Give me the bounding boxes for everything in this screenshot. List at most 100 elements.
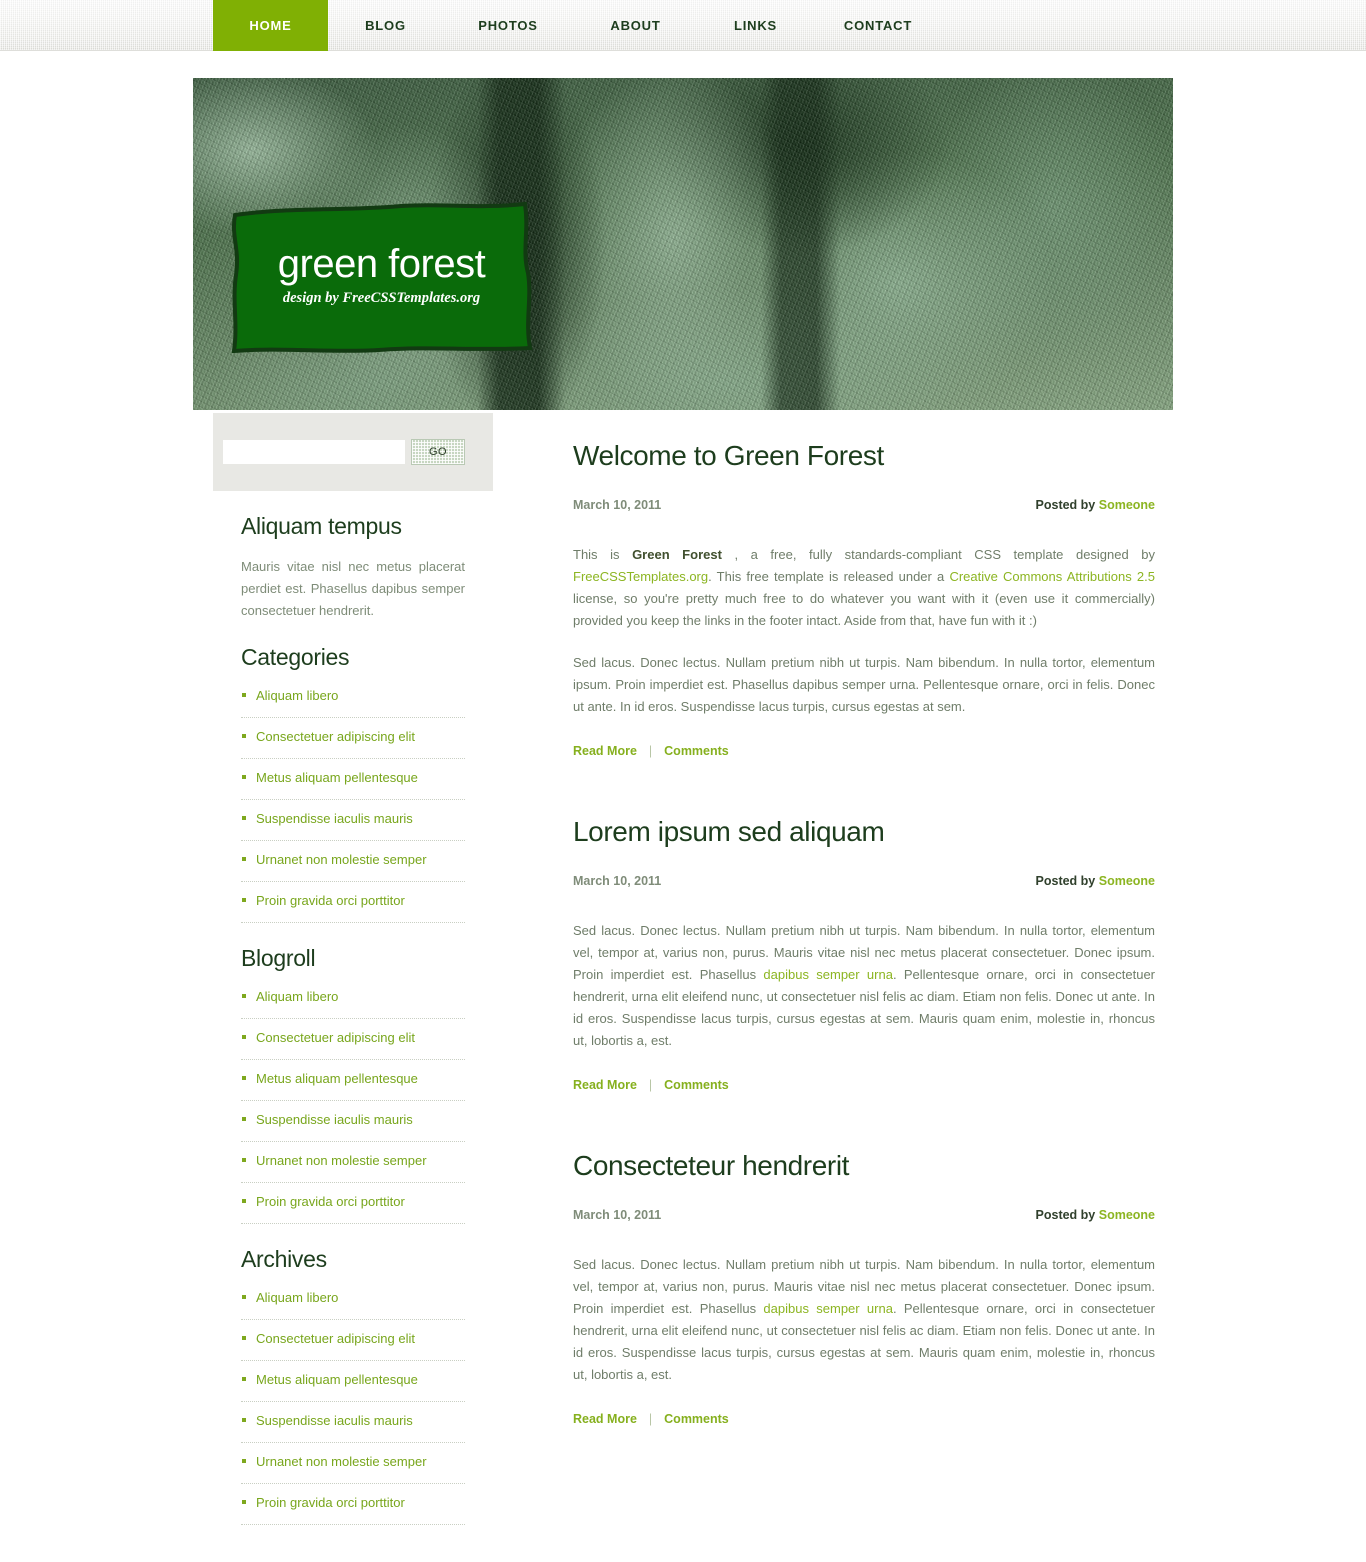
nav-item-about[interactable]: ABOUT (573, 0, 698, 51)
sidebar-link[interactable]: Aliquam libero (256, 989, 338, 1004)
comments-link[interactable]: Comments (664, 744, 729, 758)
sidebar-link[interactable]: Consectetuer adipiscing elit (256, 729, 415, 744)
list-item: Aliquam libero (241, 988, 465, 1019)
post-paragraph: This is Green Forest , a free, fully sta… (573, 544, 1155, 632)
post-meta: March 10, 2011 Posted by Someone (573, 874, 1155, 888)
list-item: Urnanet non molestie semper (241, 1453, 465, 1484)
author-link[interactable]: Someone (1099, 874, 1155, 888)
sidebar-link[interactable]: Metus aliquam pellentesque (256, 1071, 418, 1086)
nav-item-blog[interactable]: BLOG (328, 0, 443, 51)
link-separator: | (648, 744, 653, 758)
list-item: Metus aliquam pellentesque (241, 769, 465, 800)
sidebar-intro-block: Aliquam tempus Mauris vitae nisl nec met… (213, 513, 493, 622)
author-link[interactable]: Someone (1099, 498, 1155, 512)
blog-post: Welcome to Green Forest March 10, 2011 Pos… (573, 440, 1155, 758)
nav-item-contact[interactable]: CONTACT (813, 0, 943, 51)
post-title: Consecteteur hendrerit (573, 1150, 850, 1181)
post-paragraph: Sed lacus. Donec lectus. Nullam pretium … (573, 1254, 1155, 1386)
list-item: Suspendisse iaculis mauris (241, 1412, 465, 1443)
logo-subtitle: design by FreeCSSTemplates.org (282, 290, 481, 307)
comments-link[interactable]: Comments (664, 1078, 729, 1092)
sidebar-intro-heading: Aliquam tempus (241, 513, 402, 539)
sidebar-link[interactable]: Suspendisse iaculis mauris (256, 1413, 413, 1428)
post-title: Welcome to Green Forest (573, 440, 884, 471)
posted-by-label: Posted by (1035, 498, 1099, 512)
body-text: , a free, fully standards-compliant CSS … (721, 547, 1156, 562)
sidebar-link[interactable]: Proin gravida orci porttitor (256, 893, 405, 908)
link-separator: | (648, 1078, 653, 1092)
inline-link[interactable]: FreeCSSTemplates.org (573, 569, 708, 584)
search-panel: GO (213, 413, 493, 491)
list-item: Urnanet non molestie semper (241, 1152, 465, 1183)
sidebar-link[interactable]: Proin gravida orci porttitor (256, 1495, 405, 1510)
list-item: Consectetuer adipiscing elit (241, 1029, 465, 1060)
post-date: March 10, 2011 (573, 1208, 662, 1222)
sidebar-link[interactable]: Suspendisse iaculis mauris (256, 811, 413, 826)
sidebar-heading: Blogroll (241, 945, 316, 971)
main-content: Welcome to Green Forest March 10, 2011 Pos… (573, 440, 1155, 1484)
sidebar-link[interactable]: Suspendisse iaculis mauris (256, 1112, 413, 1127)
post-footer-links: Read More | Comments (573, 744, 1155, 758)
author-link[interactable]: Someone (1099, 1208, 1155, 1222)
sidebar-link[interactable]: Aliquam libero (256, 688, 338, 703)
body-text: This is (573, 547, 633, 562)
search-go-button[interactable]: GO (411, 439, 465, 465)
list-item: Proin gravida orci porttitor (241, 1193, 465, 1224)
list-item: Urnanet non molestie semper (241, 851, 465, 882)
sidebar-block-categories: Categories Aliquam libero Consectetuer adi… (213, 644, 493, 923)
sidebar-block-blogroll: Blogroll Aliquam libero Consectetuer adipi… (213, 945, 493, 1224)
emphasis-text: Green Forest (632, 547, 722, 562)
post-meta: March 10, 2011 Posted by Someone (573, 1208, 1155, 1222)
sidebar-list: Aliquam libero Consectetuer adipiscing el… (241, 988, 465, 1224)
sidebar-link[interactable]: Metus aliquam pellentesque (256, 1372, 418, 1387)
list-item: Aliquam libero (241, 687, 465, 718)
inline-link[interactable]: dapibus semper urna (763, 1301, 893, 1316)
inline-link[interactable]: dapibus semper urna (763, 967, 893, 982)
list-item: Consectetuer adipiscing elit (241, 1330, 465, 1361)
nav-item-photos[interactable]: PHOTOS (443, 0, 573, 51)
sidebar-heading: Archives (241, 1246, 327, 1272)
posted-by-label: Posted by (1035, 874, 1099, 888)
site-logo[interactable]: green forest design by FreeCSSTemplates.… (229, 201, 534, 353)
sidebar-intro-text: Mauris vitae nisl nec metus placerat per… (241, 559, 465, 618)
list-item: Aliquam libero (241, 1289, 465, 1320)
list-item: Consectetuer adipiscing elit (241, 728, 465, 759)
nav-item-home[interactable]: HOME (213, 0, 328, 51)
list-item: Proin gravida orci porttitor (241, 1494, 465, 1525)
body-text: Sed lacus. Donec lectus. Nullam pretium … (573, 655, 1155, 714)
inline-link[interactable]: Creative Commons Attributions 2.5 (949, 569, 1155, 584)
sidebar-link[interactable]: Urnanet non molestie semper (256, 852, 427, 867)
post-author: Posted by Someone (1036, 498, 1155, 512)
read-more-link[interactable]: Read More (573, 744, 637, 758)
sidebar-link[interactable]: Metus aliquam pellentesque (256, 770, 418, 785)
post-title: Lorem ipsum sed aliquam (573, 816, 885, 847)
main-navigation: HOME BLOG PHOTOS ABOUT LINKS CONTACT (213, 0, 943, 51)
post-paragraph: Sed lacus. Donec lectus. Nullam pretium … (573, 652, 1155, 718)
sidebar-link[interactable]: Aliquam libero (256, 1290, 338, 1305)
post-date: March 10, 2011 (573, 874, 662, 888)
sidebar-link[interactable]: Consectetuer adipiscing elit (256, 1331, 415, 1346)
body-text: . This free template is released under a (708, 569, 950, 584)
blog-post: Consecteteur hendrerit March 10, 2011 Post… (573, 1150, 1155, 1426)
sidebar-link[interactable]: Proin gravida orci porttitor (256, 1194, 405, 1209)
post-author: Posted by Someone (1036, 1208, 1155, 1222)
search-input[interactable] (223, 440, 405, 464)
post-footer-links: Read More | Comments (573, 1078, 1155, 1092)
list-item: Suspendisse iaculis mauris (241, 810, 465, 841)
post-meta: March 10, 2011 Posted by Someone (573, 498, 1155, 512)
link-separator: | (648, 1412, 653, 1426)
nav-item-links[interactable]: LINKS (698, 0, 813, 51)
sidebar-link-blocks: Categories Aliquam libero Consectetuer adi… (213, 644, 493, 1525)
sidebar-list: Aliquam libero Consectetuer adipiscing el… (241, 1289, 465, 1525)
post-date: March 10, 2011 (573, 498, 662, 512)
sidebar-link[interactable]: Consectetuer adipiscing elit (256, 1030, 415, 1045)
read-more-link[interactable]: Read More (573, 1412, 637, 1426)
comments-link[interactable]: Comments (664, 1412, 729, 1426)
sidebar-link[interactable]: Urnanet non molestie semper (256, 1153, 427, 1168)
sidebar-link[interactable]: Urnanet non molestie semper (256, 1454, 427, 1469)
page-body: GO Aliquam tempus Mauris vitae nisl nec … (0, 413, 1366, 1525)
list-item: Metus aliquam pellentesque (241, 1371, 465, 1402)
blog-post: Lorem ipsum sed aliquam March 10, 2011 Pos… (573, 816, 1155, 1092)
read-more-link[interactable]: Read More (573, 1078, 637, 1092)
sidebar-list: Aliquam libero Consectetuer adipiscing el… (241, 687, 465, 923)
